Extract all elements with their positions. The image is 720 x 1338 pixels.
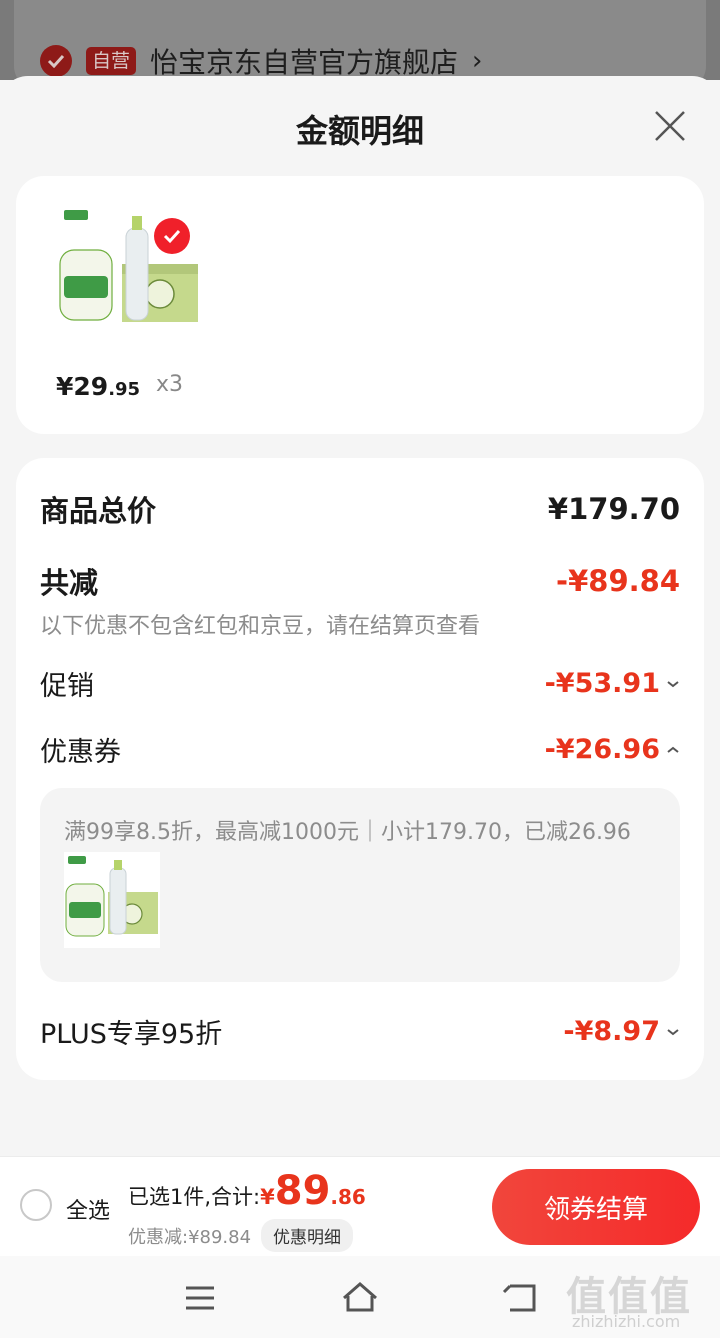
discount-detail-button[interactable]: 优惠明细 bbox=[261, 1219, 354, 1252]
select-all-radio[interactable] bbox=[20, 1189, 52, 1221]
discount-line: 优惠减:¥89.84 优惠明细 bbox=[128, 1219, 354, 1252]
product-price: ¥29.95 bbox=[56, 372, 140, 401]
plus-row[interactable]: PLUS专享95折 -¥8.97 bbox=[40, 1012, 680, 1051]
total-amount-cents: .86 bbox=[330, 1185, 366, 1209]
discount-amount: 优惠减:¥89.84 bbox=[128, 1226, 252, 1248]
checkout-bar: 全选 已选1件,合计: ¥ 89 .86 优惠减:¥89.84 优惠明细 领券结… bbox=[0, 1156, 720, 1256]
home-icon[interactable] bbox=[340, 1280, 380, 1316]
coupon-detail-box: 满99享8.5折，最高减1000元｜小计179.70，已减26.96 bbox=[40, 788, 680, 982]
promo-value: -¥53.91 bbox=[544, 668, 660, 699]
reduce-row: 共减 -¥89.84 bbox=[40, 560, 680, 602]
sheet-title: 金额明细 bbox=[295, 112, 424, 150]
coupon-product-thumbnail bbox=[64, 852, 160, 948]
chevron-down-icon bbox=[667, 680, 679, 687]
store-self-operated-tag: 自营 bbox=[86, 47, 137, 75]
price-detail-card: 商品总价 ¥179.70 共减 -¥89.84 以下优惠不包含红包和京豆，请在结… bbox=[16, 458, 704, 1080]
store-arrow-icon: › bbox=[472, 46, 483, 76]
promo-label: 促销 bbox=[40, 671, 94, 702]
store-name: 怡宝京东自营官方旗舰店 bbox=[150, 46, 459, 79]
watermark-url: zhizhizhi.com bbox=[572, 1312, 681, 1331]
checkout-button[interactable]: 领券结算 bbox=[492, 1169, 700, 1245]
back-icon[interactable] bbox=[500, 1280, 540, 1316]
selected-count-label: 已选1件,合计: bbox=[128, 1185, 261, 1209]
reduce-label: 共减 bbox=[40, 566, 99, 600]
total-value: ¥179.70 bbox=[547, 492, 680, 526]
total-amount-int: 89 bbox=[274, 1168, 331, 1214]
chevron-up-icon bbox=[667, 746, 679, 753]
close-button[interactable] bbox=[648, 104, 692, 148]
promo-row[interactable]: 促销 -¥53.91 bbox=[40, 664, 680, 703]
system-navigation-bar: 值值值 zhizhizhi.com bbox=[0, 1256, 720, 1338]
menu-icon[interactable] bbox=[180, 1280, 220, 1316]
product-price-int: ¥29 bbox=[56, 372, 109, 401]
coupon-description: 满99享8.5折，最高减1000元｜小计179.70，已减26.96 bbox=[64, 820, 631, 845]
amount-detail-sheet: 金额明细 ¥29.95 x3 商品总价 ¥179.70 共减 -¥89.84 以… bbox=[0, 76, 720, 1338]
total-label: 商品总价 bbox=[40, 494, 157, 528]
close-icon bbox=[655, 111, 685, 141]
product-price-cents: .95 bbox=[108, 379, 141, 400]
plus-label: PLUS专享95折 bbox=[40, 1019, 223, 1050]
reduce-note: 以下优惠不包含红包和京豆，请在结算页查看 bbox=[40, 614, 481, 639]
select-all-label[interactable]: 全选 bbox=[66, 1193, 110, 1225]
product-selected-check-icon[interactable] bbox=[154, 218, 190, 254]
total-summary: 已选1件,合计: ¥ 89 .86 bbox=[128, 1171, 366, 1211]
chevron-down-icon bbox=[667, 1028, 679, 1035]
store-check-icon bbox=[40, 45, 72, 77]
coupon-value: -¥26.96 bbox=[544, 734, 660, 765]
reduce-value: -¥89.84 bbox=[556, 564, 680, 598]
store-row: 自营 怡宝京东自营官方旗舰店 › bbox=[40, 42, 482, 80]
product-card: ¥29.95 x3 bbox=[16, 176, 704, 434]
product-quantity: x3 bbox=[156, 372, 184, 397]
plus-value: -¥8.97 bbox=[563, 1016, 660, 1047]
coupon-row[interactable]: 优惠券 -¥26.96 bbox=[40, 730, 680, 769]
total-currency: ¥ bbox=[260, 1185, 275, 1209]
total-row: 商品总价 ¥179.70 bbox=[40, 488, 680, 530]
coupon-label: 优惠券 bbox=[40, 737, 121, 768]
